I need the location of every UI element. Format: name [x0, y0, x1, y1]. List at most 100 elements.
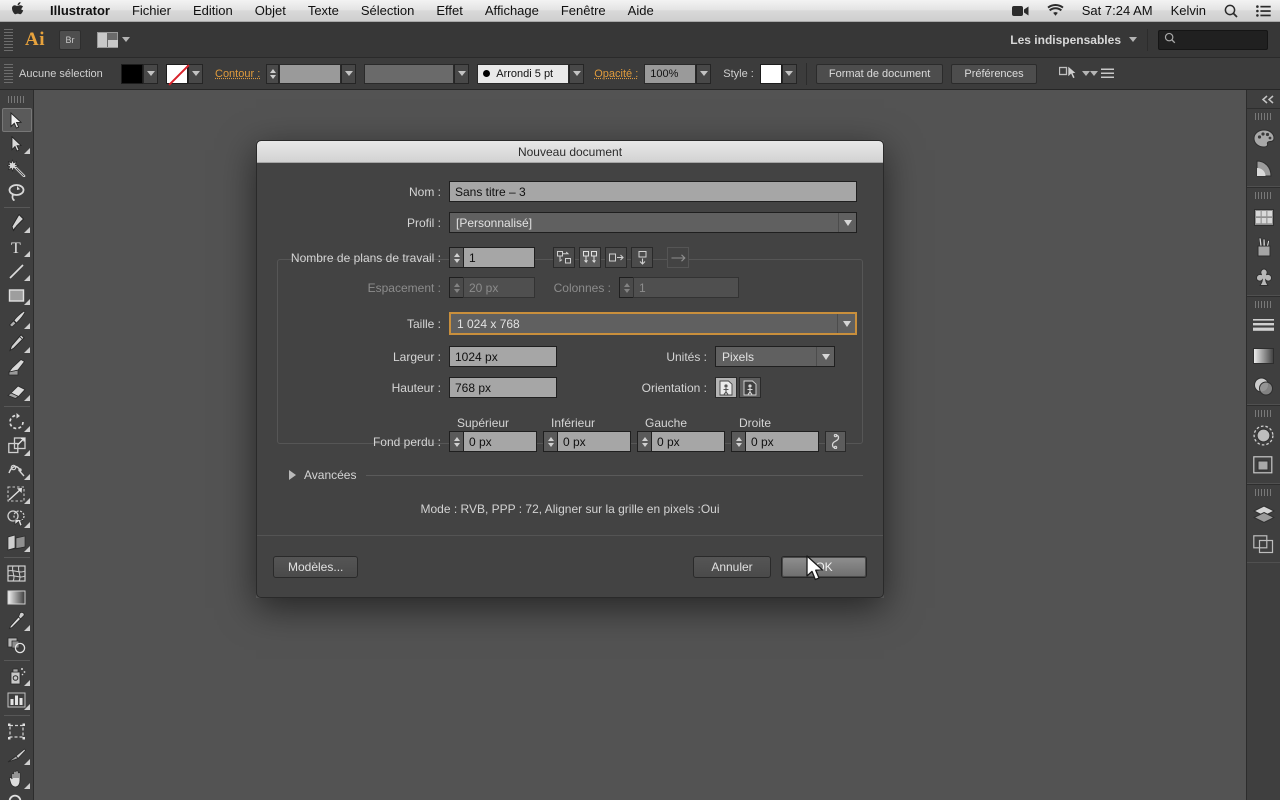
- dock-group-grip[interactable]: [1255, 489, 1273, 496]
- shape-builder-tool[interactable]: [2, 506, 32, 530]
- templates-button[interactable]: Modèles...: [273, 556, 358, 578]
- symbol-sprayer-tool[interactable]: [2, 664, 32, 688]
- menu-illustrator[interactable]: Illustrator: [39, 0, 121, 22]
- artboards-stepper-group[interactable]: 1: [449, 247, 535, 268]
- dock-group-grip[interactable]: [1255, 301, 1273, 308]
- brushes-panel-icon[interactable]: [1249, 232, 1279, 262]
- fill-color-control[interactable]: [121, 64, 158, 84]
- bleed-right-group[interactable]: 0 px: [731, 431, 819, 452]
- bleed-bottom-group[interactable]: 0 px: [543, 431, 631, 452]
- dock-group-grip[interactable]: [1255, 410, 1273, 417]
- bleed-left-input[interactable]: 0 px: [651, 431, 725, 452]
- zoom-tool[interactable]: [2, 791, 32, 800]
- mesh-tool[interactable]: [2, 561, 32, 585]
- advanced-disclosure-row[interactable]: Avancées: [289, 468, 863, 482]
- apple-icon[interactable]: [0, 2, 39, 17]
- bleed-top-stepper[interactable]: [449, 431, 463, 452]
- bleed-bottom-stepper[interactable]: [543, 431, 557, 452]
- stroke-profile-input[interactable]: [364, 64, 454, 84]
- list-icon[interactable]: [1247, 0, 1280, 22]
- workspace-switcher-label[interactable]: Les indispensables: [1010, 33, 1129, 47]
- width-input[interactable]: 1024 px: [449, 346, 557, 367]
- rectangle-tool[interactable]: [2, 283, 32, 307]
- menu-fenetre[interactable]: Fenêtre: [550, 0, 617, 22]
- stroke-weight-dropdown-button[interactable]: [341, 64, 356, 84]
- stroke-profile-dropdown-button[interactable]: [454, 64, 469, 84]
- pencil-tool[interactable]: [2, 331, 32, 355]
- opacity-control[interactable]: 100%: [644, 64, 711, 84]
- stroke-swatch-none[interactable]: [166, 64, 188, 84]
- orientation-portrait-icon[interactable]: [715, 377, 737, 398]
- bleed-right-input[interactable]: 0 px: [745, 431, 819, 452]
- name-input[interactable]: Sans titre – 3: [449, 181, 857, 202]
- stroke-weight-control[interactable]: [266, 64, 356, 84]
- color-guide-panel-icon[interactable]: [1249, 153, 1279, 183]
- select-similar-control[interactable]: [1059, 65, 1090, 82]
- height-input[interactable]: 768 px: [449, 377, 557, 398]
- size-dropdown[interactable]: 1 024 x 768: [449, 312, 857, 335]
- select-similar-chevron-down-icon[interactable]: [1082, 71, 1090, 76]
- fill-dropdown-button[interactable]: [143, 64, 158, 84]
- stroke-dropdown-button[interactable]: [188, 64, 203, 84]
- profile-dropdown[interactable]: [Personnalisé]: [449, 212, 857, 233]
- free-transform-tool[interactable]: [2, 482, 32, 506]
- bleed-left-group[interactable]: 0 px: [637, 431, 725, 452]
- opacity-input[interactable]: 100%: [644, 64, 696, 84]
- bleed-left-stepper[interactable]: [637, 431, 651, 452]
- opacity-label[interactable]: Opacité :: [594, 68, 638, 80]
- graphic-style-swatch[interactable]: [760, 64, 782, 84]
- artboard-grid-by-column-icon[interactable]: [579, 247, 601, 268]
- artboard-arrange-by-column-icon[interactable]: [631, 247, 653, 268]
- rotate-tool[interactable]: [2, 410, 32, 434]
- ok-button[interactable]: OK: [781, 556, 867, 578]
- menu-texte[interactable]: Texte: [297, 0, 350, 22]
- panel-menu-icon[interactable]: [1090, 68, 1114, 79]
- artboards-stepper[interactable]: [449, 247, 463, 268]
- color-panel-icon[interactable]: [1249, 123, 1279, 153]
- document-setup-button[interactable]: Format de document: [816, 64, 944, 84]
- column-graph-tool[interactable]: [2, 688, 32, 712]
- clock-text[interactable]: Sat 7:24 AM: [1073, 0, 1162, 22]
- appearance-panel-icon[interactable]: [1249, 420, 1279, 450]
- dock-group-grip[interactable]: [1255, 192, 1273, 199]
- artboard-change-to-right-to-left-icon[interactable]: [667, 247, 689, 268]
- arrange-documents-icon[interactable]: [97, 32, 130, 48]
- bleed-top-input[interactable]: 0 px: [463, 431, 537, 452]
- type-tool[interactable]: T: [2, 235, 32, 259]
- artboard-arrange-by-row-icon[interactable]: [605, 247, 627, 268]
- menu-affichage[interactable]: Affichage: [474, 0, 550, 22]
- preferences-button[interactable]: Préférences: [951, 64, 1036, 84]
- scale-tool[interactable]: [2, 434, 32, 458]
- opacity-dropdown-button[interactable]: [696, 64, 711, 84]
- layers-panel-icon[interactable]: [1249, 499, 1279, 529]
- paintbrush-tool[interactable]: [2, 307, 32, 331]
- gradient-panel-icon[interactable]: [1249, 341, 1279, 371]
- collapse-panels-button[interactable]: [1247, 90, 1280, 108]
- dock-group-grip[interactable]: [1255, 113, 1273, 120]
- magic-wand-tool[interactable]: [2, 156, 32, 180]
- line-segment-tool[interactable]: [2, 259, 32, 283]
- artboards-panel-icon[interactable]: [1249, 529, 1279, 559]
- tools-panel-grip[interactable]: [8, 96, 26, 103]
- stroke-weight-input[interactable]: [279, 64, 341, 84]
- stroke-profile-control[interactable]: [364, 64, 469, 84]
- bleed-top-group[interactable]: 0 px: [449, 431, 537, 452]
- brush-definition-value[interactable]: Arrondi 5 pt: [477, 64, 569, 84]
- wifi-icon[interactable]: [1038, 0, 1073, 22]
- slice-tool[interactable]: [2, 743, 32, 767]
- control-bar-grip[interactable]: [4, 64, 13, 84]
- selection-tool[interactable]: [2, 108, 32, 132]
- menu-selection[interactable]: Sélection: [350, 0, 425, 22]
- stroke-weight-label[interactable]: Contour :: [215, 68, 260, 80]
- eyedropper-tool[interactable]: [2, 609, 32, 633]
- workspace-chevron-down-icon[interactable]: [1129, 37, 1137, 42]
- hand-tool[interactable]: [2, 767, 32, 791]
- stroke-panel-icon[interactable]: [1249, 311, 1279, 341]
- search-icon[interactable]: [1215, 0, 1247, 22]
- menu-effet[interactable]: Effet: [425, 0, 474, 22]
- lasso-tool[interactable]: [2, 180, 32, 204]
- menu-objet[interactable]: Objet: [244, 0, 297, 22]
- artboards-input[interactable]: 1: [463, 247, 535, 268]
- cancel-button[interactable]: Annuler: [693, 556, 771, 578]
- user-name[interactable]: Kelvin: [1162, 0, 1215, 22]
